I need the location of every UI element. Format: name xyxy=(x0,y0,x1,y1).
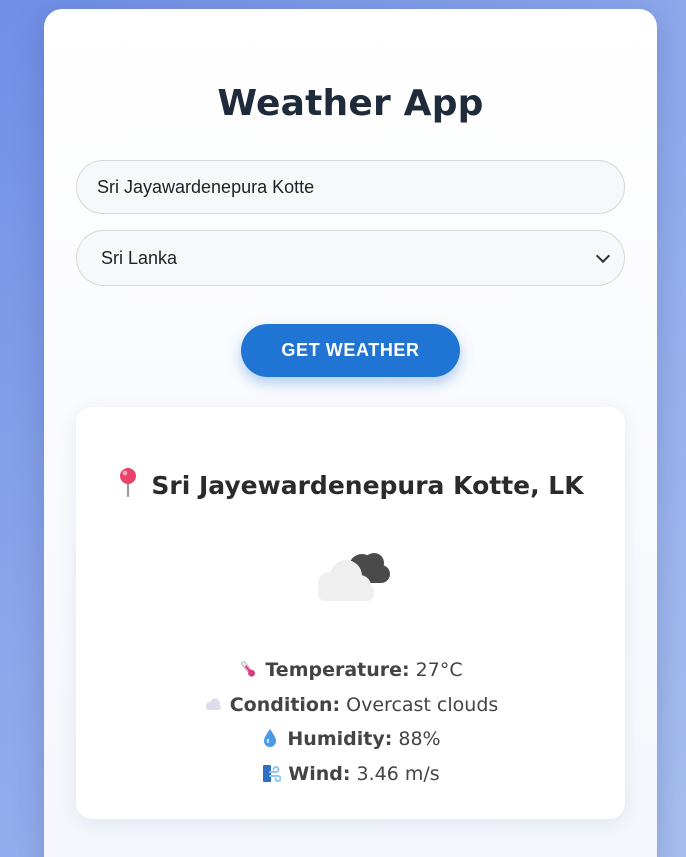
detail-row-condition: Condition: Overcast clouds xyxy=(76,688,625,723)
detail-label: Temperature: xyxy=(265,659,410,681)
detail-label: Humidity: xyxy=(287,728,393,751)
detail-value: 27°C xyxy=(409,659,463,681)
detail-value: 3.46 m/s xyxy=(350,763,440,786)
wind-icon xyxy=(263,765,282,783)
detail-row-wind: Wind: 3.46 m/s xyxy=(76,757,625,792)
detail-row-temperature: Temperature: 27°C xyxy=(76,653,625,688)
detail-label: Wind: xyxy=(288,763,351,786)
weather-result-card: Sri Jayewardenepura Kotte, LK Temperatur… xyxy=(76,407,625,819)
detail-value: 88% xyxy=(392,728,441,751)
cloud-icon xyxy=(205,698,221,710)
chevron-down-icon xyxy=(595,248,611,263)
detail-value: Overcast clouds xyxy=(340,693,499,716)
weather-card: Weather App Sri Lanka GET WEATHER Sri Ja… xyxy=(44,9,657,857)
detail-label: Condition: xyxy=(229,693,341,716)
thermometer-icon xyxy=(241,661,256,677)
get-weather-button[interactable]: GET WEATHER xyxy=(241,324,460,377)
country-select[interactable]: Sri Lanka xyxy=(76,230,625,286)
detail-row-humidity: Humidity: 88% xyxy=(76,722,625,757)
droplet-icon xyxy=(264,729,277,748)
location-heading: Sri Jayewardenepura Kotte, LK xyxy=(76,467,625,500)
app-title: Weather App xyxy=(217,83,484,124)
overcast-clouds-icon xyxy=(318,553,390,601)
city-input[interactable] xyxy=(76,160,625,214)
location-name: Sri Jayewardenepura Kotte, LK xyxy=(151,471,584,500)
weather-details: Temperature: 27°C Condition: Overcast cl… xyxy=(76,653,625,792)
pin-icon xyxy=(120,468,137,497)
country-select-value: Sri Lanka xyxy=(101,247,178,268)
